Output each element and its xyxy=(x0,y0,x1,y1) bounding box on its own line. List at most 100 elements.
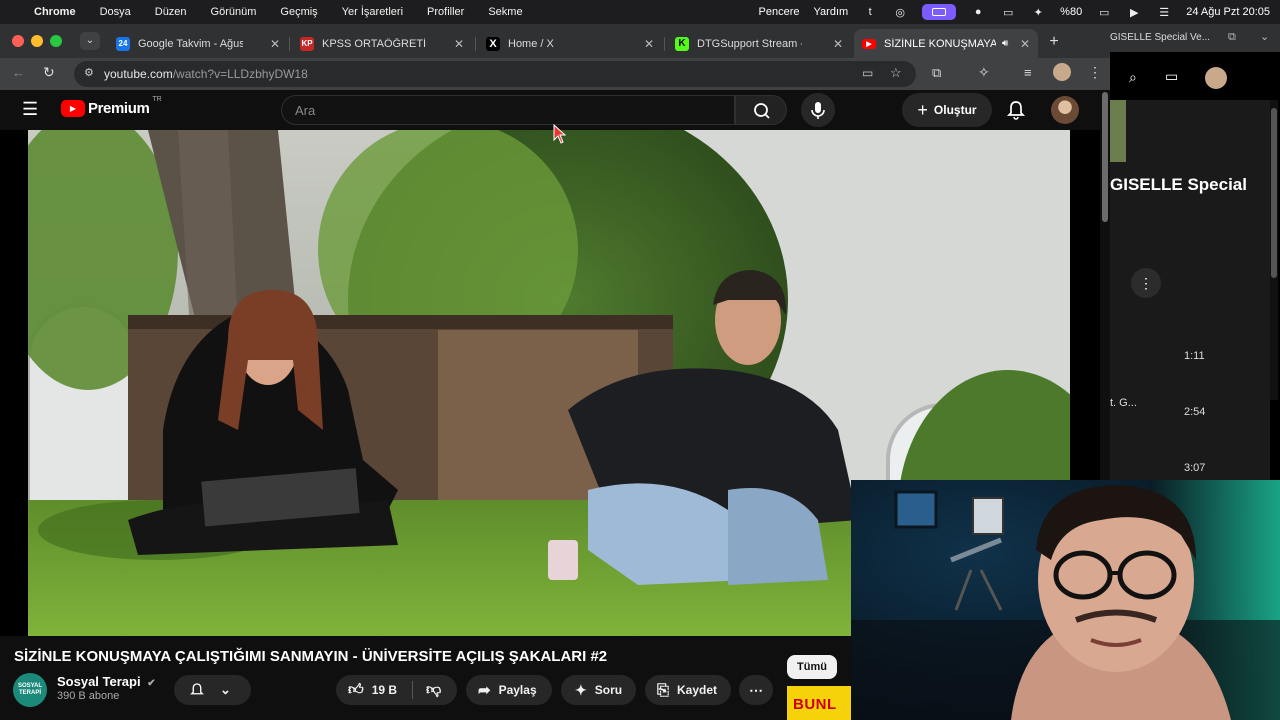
chip-all[interactable]: Tümü xyxy=(787,655,837,679)
share-button[interactable]: ➦ Paylaş xyxy=(466,675,552,705)
background-tab-title[interactable]: GISELLE Special Ve... xyxy=(1110,32,1210,43)
bookmark-star-icon[interactable]: ☆ xyxy=(890,65,902,81)
create-label: Oluştur xyxy=(933,103,977,117)
control-center-icon[interactable]: ☰ xyxy=(1156,6,1172,19)
notifications-bell-icon[interactable] xyxy=(1004,98,1028,122)
related-video-thumbnail[interactable]: BUNL xyxy=(787,686,851,720)
share-label: Paylaş xyxy=(498,683,537,697)
menu-profiller[interactable]: Profiller xyxy=(427,6,464,18)
site-settings-icon[interactable]: ⚙ xyxy=(84,66,94,79)
tab-title: SİZİNLE KONUŞMAYA Ç xyxy=(884,37,996,50)
scrollbar-thumb[interactable] xyxy=(1102,92,1108,222)
duration-1: 1:11 xyxy=(1184,350,1205,362)
calendar-favicon-icon: 24 xyxy=(116,36,130,51)
menu-dosya[interactable]: Dosya xyxy=(100,6,131,18)
channel-name-row[interactable]: Sosyal Terapi ✔ xyxy=(57,674,156,689)
premium-wordmark: Premium xyxy=(88,100,150,117)
chevron-down-icon: ⌄ xyxy=(220,682,231,697)
menu-gorunum[interactable]: Görünüm xyxy=(211,6,257,18)
kick-favicon-icon: K xyxy=(675,36,689,51)
tab-x-home[interactable]: X Home / X ✕ xyxy=(478,29,662,58)
chat-status-icon[interactable]: ● xyxy=(970,6,986,18)
copy-tab-icon[interactable]: ⧉ xyxy=(1228,31,1236,44)
menu-app-name[interactable]: Chrome xyxy=(34,6,76,18)
tab-youtube-active[interactable]: ▶ SİZİNLE KONUŞMAYA Ç 🔊︎ ✕ xyxy=(854,29,1038,58)
webcam-overlay xyxy=(851,480,1280,720)
save-button[interactable]: ⎘ Kaydet xyxy=(645,675,731,705)
tab-close-icon[interactable]: ✕ xyxy=(454,37,464,51)
tab-audio-icon[interactable]: 🔊︎ xyxy=(1002,38,1008,49)
search-placeholder: Ara xyxy=(295,103,316,118)
tab-close-icon[interactable]: ✕ xyxy=(644,37,654,51)
menu-duzen[interactable]: Düzen xyxy=(155,6,187,18)
more-options-icon[interactable]: ⋮ xyxy=(1131,268,1161,298)
menu-yardim[interactable]: Yardım xyxy=(814,6,849,18)
voice-search-button[interactable] xyxy=(801,93,835,127)
menu-clock[interactable]: 24 Ağu Pzt 20:05 xyxy=(1186,6,1270,18)
webcam-feed xyxy=(851,480,1280,720)
sparkle-status-icon[interactable]: ✦ xyxy=(1030,6,1046,19)
x-favicon-icon: X xyxy=(486,36,500,51)
profile-avatar[interactable] xyxy=(1053,63,1071,81)
tab-kpss[interactable]: KP KPSS ORTAÖĞRETİM E ✕ xyxy=(292,29,472,58)
display-status-icon[interactable]: ▭ xyxy=(1000,6,1016,19)
youtube-favicon-icon: ▶ xyxy=(862,38,876,49)
search-button[interactable] xyxy=(735,95,787,125)
tab-close-icon[interactable]: ✕ xyxy=(1020,37,1030,51)
account-avatar[interactable] xyxy=(1051,96,1079,124)
minimize-window-button[interactable] xyxy=(31,35,43,47)
reload-icon[interactable]: ↻ xyxy=(43,64,55,81)
address-path: /watch?v=LLDzbhyDW18 xyxy=(172,67,308,81)
chevron-down-icon[interactable]: ⌄ xyxy=(1260,30,1269,43)
hamburger-menu-icon[interactable]: ☰ xyxy=(22,99,38,120)
youtube-header: ☰ ▶ Premium TR Ara + Oluştur xyxy=(0,90,1100,130)
media-controls-icon[interactable]: ≡ xyxy=(1024,65,1032,80)
youtube-premium-logo[interactable]: ▶ Premium TR xyxy=(61,96,162,117)
back-arrow-icon[interactable]: ← xyxy=(12,65,25,80)
more-actions-icon[interactable]: ⋯ xyxy=(739,675,773,705)
region-code: TR xyxy=(152,96,162,103)
screen-record-icon[interactable] xyxy=(922,4,957,20)
zoom-window-button[interactable] xyxy=(50,35,62,47)
tab-title: DTGSupport Stream - Wat xyxy=(697,37,802,50)
ask-button[interactable]: ✦ Soru xyxy=(561,675,636,705)
menu-sekme[interactable]: Sekme xyxy=(488,6,522,18)
extensions-puzzle-icon[interactable]: ⧉ xyxy=(932,65,941,81)
tab-search-chevron-icon[interactable]: ⌄ xyxy=(80,32,100,50)
channel-avatar[interactable]: SOSYAL TERAPİ xyxy=(13,673,47,707)
tab-close-icon[interactable]: ✕ xyxy=(270,37,280,51)
background-avatar[interactable] xyxy=(1205,67,1227,89)
close-window-button[interactable] xyxy=(12,35,24,47)
tab-google-calendar[interactable]: 24 Google Takvim - Ağustos ✕ xyxy=(108,29,288,58)
chrome-menu-icon[interactable]: ⋮ xyxy=(1088,64,1102,81)
battery-icon[interactable]: ▭ xyxy=(1096,6,1112,19)
subscribed-notifications-button[interactable]: ⌄ xyxy=(174,675,251,705)
t-status-icon[interactable]: t xyxy=(862,6,878,18)
cast-icon[interactable]: ▭ xyxy=(1165,68,1178,85)
address-bar[interactable]: ⚙ youtube.com/watch?v=LLDzbhyDW18 ▭ ☆ xyxy=(74,61,916,87)
tab-kick-stream[interactable]: K DTGSupport Stream - Wat ✕ xyxy=(667,29,851,58)
like-count[interactable]: 19 B xyxy=(372,683,397,697)
tab-close-icon[interactable]: ✕ xyxy=(833,37,843,51)
address-url[interactable]: youtube.com/watch?v=LLDzbhyDW18 xyxy=(104,67,308,81)
new-tab-plus-icon[interactable]: + xyxy=(1044,32,1064,52)
video-title: SİZİNLE KONUŞMAYA ÇALIŞTIĞIMI SANMAYIN -… xyxy=(14,648,608,665)
star-extension-icon[interactable]: ✧ xyxy=(978,64,990,81)
tab-title: Google Takvim - Ağustos xyxy=(138,37,243,50)
menu-yer-isaretleri[interactable]: Yer İşaretleri xyxy=(342,6,403,18)
search-input[interactable]: Ara xyxy=(281,95,735,125)
now-playing-icon[interactable]: ▶ xyxy=(1126,6,1142,19)
thumbs-up-icon[interactable]: 👍︎ xyxy=(348,681,364,699)
cast-page-icon[interactable]: ▭ xyxy=(862,66,873,80)
channel-name[interactable]: Sosyal Terapi xyxy=(57,674,141,689)
bell-icon xyxy=(190,683,204,695)
search-icon[interactable]: ⌕ xyxy=(1129,69,1137,86)
menu-pencere[interactable]: Pencere xyxy=(759,6,800,18)
create-button[interactable]: + Oluştur xyxy=(902,93,992,127)
bookmark-icon: ⎘ xyxy=(657,681,670,699)
thumbs-down-icon[interactable]: 👎︎ xyxy=(426,681,441,699)
discord-status-icon[interactable]: ◎ xyxy=(892,6,908,19)
like-dislike-group: 👍︎ 19 B 👎︎ xyxy=(336,675,457,705)
menu-gecmis[interactable]: Geçmiş xyxy=(280,6,317,18)
search-icon xyxy=(754,103,770,119)
